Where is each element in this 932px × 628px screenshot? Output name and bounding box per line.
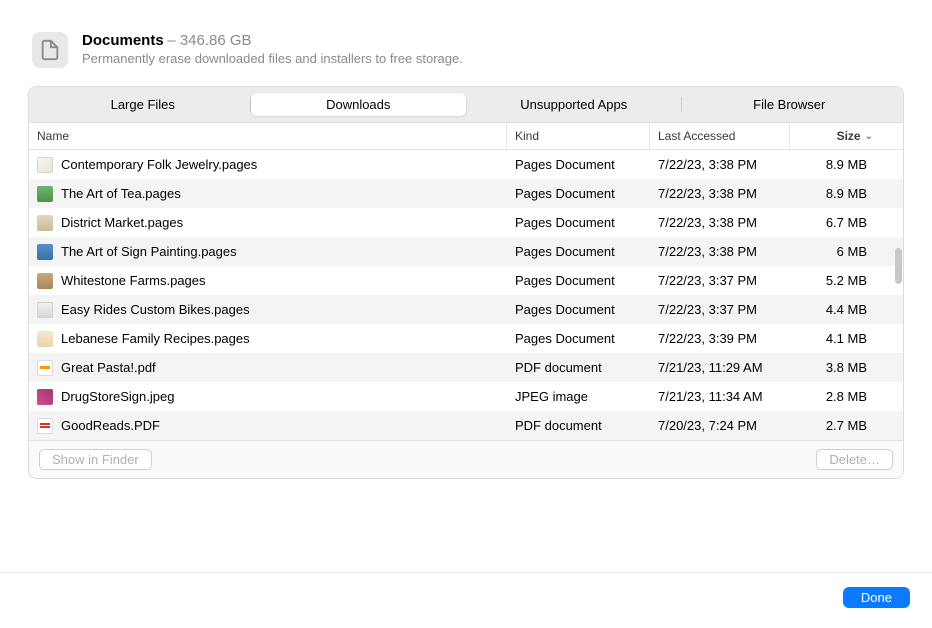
file-name: The Art of Tea.pages	[61, 186, 181, 201]
tab-unsupported-apps[interactable]: Unsupported Apps	[466, 93, 682, 116]
content-panel: Large Files Downloads Unsupported Apps F…	[28, 86, 904, 479]
file-icon	[37, 418, 53, 434]
cell-size: 6.7 MB	[790, 215, 885, 230]
cell-size: 8.9 MB	[790, 157, 885, 172]
header: Documents – 346.86 GB Permanently erase …	[0, 0, 932, 86]
cell-size: 8.9 MB	[790, 186, 885, 201]
tab-downloads[interactable]: Downloads	[251, 93, 467, 116]
file-icon	[37, 186, 53, 202]
page-title: Documents	[82, 32, 164, 49]
cell-kind: Pages Document	[507, 186, 650, 201]
file-name: Contemporary Folk Jewelry.pages	[61, 157, 257, 172]
cell-name: Contemporary Folk Jewelry.pages	[29, 157, 507, 173]
cell-name: District Market.pages	[29, 215, 507, 231]
cell-name: Whitestone Farms.pages	[29, 273, 507, 289]
file-table: Name Kind Last Accessed Size ⌄ Contempor…	[29, 123, 903, 440]
cell-kind: Pages Document	[507, 244, 650, 259]
table-row[interactable]: The Art of Tea.pages Pages Document7/22/2…	[29, 179, 903, 208]
cell-last-accessed: 7/22/23, 3:38 PM	[650, 215, 790, 230]
file-icon	[37, 273, 53, 289]
cell-name: Lebanese Family Recipes.pages	[29, 331, 507, 347]
cell-kind: PDF document	[507, 418, 650, 433]
cell-last-accessed: 7/22/23, 3:37 PM	[650, 302, 790, 317]
bottom-bar: Show in Finder Delete…	[29, 440, 903, 478]
cell-name: The Art of Sign Painting.pages	[29, 244, 507, 260]
cell-last-accessed: 7/22/23, 3:38 PM	[650, 244, 790, 259]
cell-size: 5.2 MB	[790, 273, 885, 288]
cell-kind: Pages Document	[507, 215, 650, 230]
cell-last-accessed: 7/22/23, 3:39 PM	[650, 331, 790, 346]
col-name[interactable]: Name	[29, 123, 507, 149]
cell-last-accessed: 7/22/23, 3:38 PM	[650, 157, 790, 172]
file-name: The Art of Sign Painting.pages	[61, 244, 237, 259]
cell-name: DrugStoreSign.jpeg	[29, 389, 507, 405]
cell-last-accessed: 7/22/23, 3:37 PM	[650, 273, 790, 288]
tab-large-files[interactable]: Large Files	[35, 93, 251, 116]
file-icon	[37, 215, 53, 231]
table-row[interactable]: Lebanese Family Recipes.pages Pages Docum…	[29, 324, 903, 353]
table-row[interactable]: GoodReads.PDF PDF document7/20/23, 7:24 P…	[29, 411, 903, 440]
sort-chevron-icon: ⌄	[865, 131, 873, 142]
file-icon	[37, 360, 53, 376]
file-name: DrugStoreSign.jpeg	[61, 389, 174, 404]
documents-icon	[32, 32, 68, 68]
file-name: GoodReads.PDF	[61, 418, 160, 433]
cell-size: 2.7 MB	[790, 418, 885, 433]
cell-size: 2.8 MB	[790, 389, 885, 404]
footer: Done	[0, 572, 932, 628]
file-icon	[37, 302, 53, 318]
file-name: Great Pasta!.pdf	[61, 360, 156, 375]
table-row[interactable]: Great Pasta!.pdf PDF document7/21/23, 11:…	[29, 353, 903, 382]
file-name: Lebanese Family Recipes.pages	[61, 331, 250, 346]
file-icon	[37, 157, 53, 173]
scrollbar-thumb[interactable]	[895, 248, 902, 284]
show-in-finder-button[interactable]: Show in Finder	[39, 449, 152, 470]
file-name: Whitestone Farms.pages	[61, 273, 206, 288]
done-button[interactable]: Done	[843, 587, 910, 608]
cell-last-accessed: 7/22/23, 3:38 PM	[650, 186, 790, 201]
storage-management-window: Documents – 346.86 GB Permanently erase …	[0, 0, 932, 628]
cell-last-accessed: 7/20/23, 7:24 PM	[650, 418, 790, 433]
cell-kind: Pages Document	[507, 302, 650, 317]
table-row[interactable]: District Market.pages Pages Document7/22/…	[29, 208, 903, 237]
table-row[interactable]: Easy Rides Custom Bikes.pages Pages Docum…	[29, 295, 903, 324]
cell-name: Great Pasta!.pdf	[29, 360, 507, 376]
table-row[interactable]: The Art of Sign Painting.pages Pages Docu…	[29, 237, 903, 266]
cell-size: 6 MB	[790, 244, 885, 259]
header-text: Documents – 346.86 GB Permanently erase …	[82, 32, 463, 66]
cell-size: 4.4 MB	[790, 302, 885, 317]
tab-bar: Large Files Downloads Unsupported Apps F…	[29, 87, 903, 123]
cell-kind: JPEG image	[507, 389, 650, 404]
cell-last-accessed: 7/21/23, 11:29 AM	[650, 360, 790, 375]
file-name: District Market.pages	[61, 215, 183, 230]
storage-size: – 346.86 GB	[167, 32, 251, 49]
cell-size: 4.1 MB	[790, 331, 885, 346]
table-row[interactable]: Contemporary Folk Jewelry.pages Pages Doc…	[29, 150, 903, 179]
file-icon	[37, 389, 53, 405]
cell-kind: PDF document	[507, 360, 650, 375]
cell-name: GoodReads.PDF	[29, 418, 507, 434]
col-last-accessed[interactable]: Last Accessed	[650, 123, 790, 149]
file-name: Easy Rides Custom Bikes.pages	[61, 302, 250, 317]
cell-size: 3.8 MB	[790, 360, 885, 375]
subtitle: Permanently erase downloaded files and i…	[82, 51, 463, 66]
tab-file-browser[interactable]: File Browser	[682, 93, 898, 116]
cell-kind: Pages Document	[507, 157, 650, 172]
file-icon	[37, 331, 53, 347]
table-row[interactable]: DrugStoreSign.jpeg JPEG image7/21/23, 11:…	[29, 382, 903, 411]
table-header: Name Kind Last Accessed Size ⌄	[29, 123, 903, 150]
cell-last-accessed: 7/21/23, 11:34 AM	[650, 389, 790, 404]
col-kind[interactable]: Kind	[507, 123, 650, 149]
table-body[interactable]: Contemporary Folk Jewelry.pages Pages Doc…	[29, 150, 903, 440]
table-row[interactable]: Whitestone Farms.pages Pages Document7/22…	[29, 266, 903, 295]
col-size[interactable]: Size ⌄	[790, 123, 885, 149]
cell-kind: Pages Document	[507, 273, 650, 288]
cell-kind: Pages Document	[507, 331, 650, 346]
file-icon	[37, 244, 53, 260]
cell-name: Easy Rides Custom Bikes.pages	[29, 302, 507, 318]
delete-button[interactable]: Delete…	[816, 449, 893, 470]
cell-name: The Art of Tea.pages	[29, 186, 507, 202]
